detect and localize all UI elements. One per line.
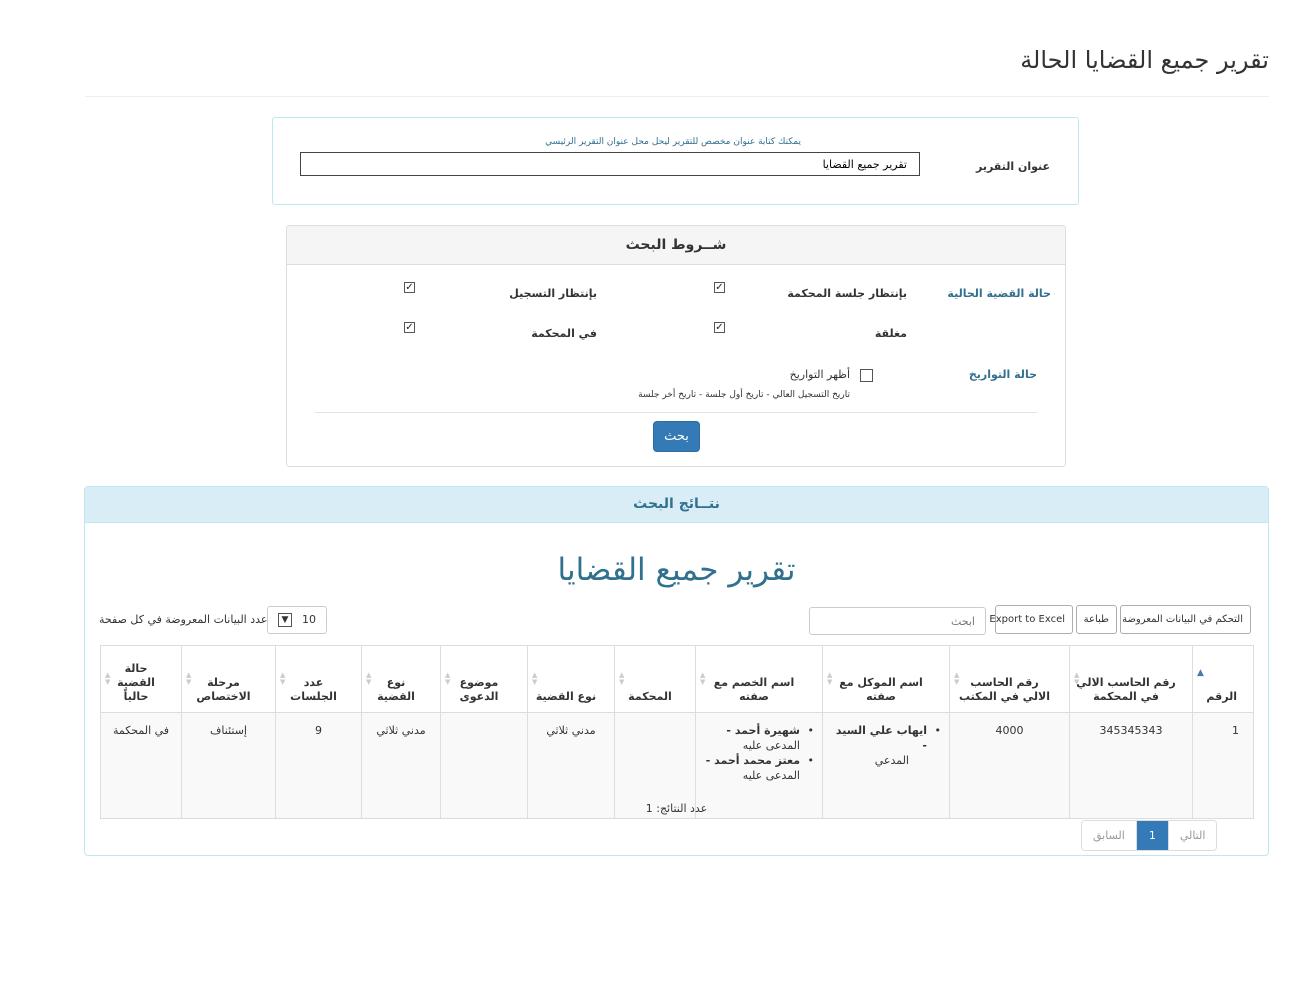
table-header-row: الرقم ▲ رقم الحاسب الالي في المحكمة ▲ ▼ رقم… xyxy=(100,645,1254,713)
option-awaiting-session-checkbox[interactable]: ✓ xyxy=(714,282,725,293)
sort-icon: ▲ ▼ xyxy=(954,671,960,686)
opponent-name: شهيرة أحمد xyxy=(734,724,800,737)
option-awaiting-registration-label: بإنتظار التسجيل xyxy=(509,287,597,300)
print-button[interactable]: طباعة xyxy=(1076,605,1117,634)
option-closed-label: مغلقة xyxy=(874,327,907,340)
page-length-value: 10 xyxy=(302,613,316,626)
results-count: عدد النتائج: 1 xyxy=(645,802,708,815)
page-length-label: عدد البيانات المعروضة في كل صفحة xyxy=(99,613,268,626)
col-header-case-type-2[interactable]: نوع القضية ▲ ▼ xyxy=(361,645,441,713)
sort-icon: ▲ ▼ xyxy=(366,671,372,686)
search-button[interactable]: بحث xyxy=(653,421,700,452)
sort-icon: ▲ ▼ xyxy=(445,671,451,686)
page-title: تقرير جميع القضايا الحالة xyxy=(1020,46,1269,74)
search-divider xyxy=(315,412,1037,413)
option-in-court-label: في المحكمة xyxy=(531,327,597,340)
search-conditions-panel: شــروط البحث حالة القضية الحالية بإنتظار… xyxy=(286,225,1066,467)
bullet-icon: • xyxy=(934,724,942,737)
report-title-panel: عنوان التقرير يمكنك كتابة عنوان مخصص للت… xyxy=(272,117,1079,205)
col-header-court[interactable]: المحكمة ▲ ▼ xyxy=(614,645,696,713)
col-header-court-computer-no[interactable]: رقم الحاسب الالي في المحكمة ▲ ▼ xyxy=(1069,645,1193,713)
sort-icon: ▲ ▼ xyxy=(186,671,192,686)
option-awaiting-session-label: بإنتظار جلسة المحكمة xyxy=(787,287,907,300)
report-title-input[interactable] xyxy=(300,152,920,176)
opponent-role: المدعى عليه xyxy=(742,769,800,782)
case-status-label: حالة القضية الحالية xyxy=(947,287,1051,300)
client-name: ايهاب علي السيد xyxy=(835,724,927,737)
sort-icon: ▲ ▼ xyxy=(700,671,706,686)
results-table: الرقم ▲ رقم الحاسب الالي في المحكمة ▲ ▼ رقم… xyxy=(100,645,1254,819)
col-header-opponent[interactable]: اسم الخصم مع صفته ▲ ▼ xyxy=(695,645,823,713)
export-excel-button[interactable]: Export to Excel xyxy=(989,605,1073,634)
search-conditions-heading: شــروط البحث xyxy=(287,226,1065,265)
col-header-sessions[interactable]: عدد الجلسات ▲ ▼ xyxy=(275,645,362,713)
opponent-item: • شهيرة أحمد - المدعى عليه xyxy=(702,723,814,753)
results-heading: نتــائج البحث xyxy=(85,487,1268,523)
option-awaiting-registration-checkbox[interactable]: ✓ xyxy=(404,282,415,293)
sort-icon: ▲ ▼ xyxy=(1074,671,1080,686)
client-role: المدعي xyxy=(874,754,909,767)
pagination-prev[interactable]: السابق xyxy=(1082,821,1137,850)
option-in-court-checkbox[interactable]: ✓ xyxy=(404,322,415,333)
report-title-hint: يمكنك كتابة عنوان مخصص للتقرير ليحل محل … xyxy=(545,137,801,147)
col-header-client[interactable]: اسم الموكل مع صفته ▲ ▼ xyxy=(822,645,950,713)
dates-hint: تاريخ التسجيل العالي - تاريخ أول جلسة - … xyxy=(638,390,850,400)
sort-icon: ▲ ▼ xyxy=(280,671,286,686)
opponent-role: المدعى عليه xyxy=(742,739,800,752)
title-divider xyxy=(85,96,1269,97)
show-dates-label: أظهر التواريخ xyxy=(789,368,850,381)
sort-icon: ▲ ▼ xyxy=(827,671,833,686)
chevron-down-icon: ▼ xyxy=(278,613,292,627)
col-header-case-type[interactable]: نوع القضية ▲ ▼ xyxy=(527,645,615,713)
column-visibility-button[interactable]: التحكم في البيانات المعروضة xyxy=(1120,605,1251,634)
opponent-item: • معتز محمد أحمد - المدعى عليه xyxy=(702,753,814,783)
dates-status-label: حالة التواريخ xyxy=(968,368,1037,381)
table-search-input[interactable] xyxy=(809,607,986,635)
page-length-select[interactable]: 10 ▼ xyxy=(267,606,327,634)
col-header-office-computer-no[interactable]: رقم الحاسب الالي في المكتب ▲ ▼ xyxy=(949,645,1070,713)
bullet-icon: • xyxy=(807,724,815,737)
show-dates-checkbox[interactable] xyxy=(860,369,873,382)
pagination-next[interactable]: التالي xyxy=(1168,821,1217,850)
option-closed-checkbox[interactable]: ✓ xyxy=(714,322,725,333)
sort-icon: ▲ ▼ xyxy=(619,671,625,686)
col-header-stage[interactable]: مرحلة الاختصاص ▲ ▼ xyxy=(181,645,276,713)
results-panel: نتــائج البحث تقرير جميع القضايا التحكم … xyxy=(84,486,1269,856)
report-heading: تقرير جميع القضايا xyxy=(557,552,796,588)
sort-icon: ▲ ▼ xyxy=(532,671,538,686)
col-header-number[interactable]: الرقم ▲ xyxy=(1192,645,1254,713)
bullet-icon: • xyxy=(807,754,815,767)
sort-asc-icon: ▲ xyxy=(1197,668,1204,678)
opponent-name: معتز محمد أحمد xyxy=(714,754,800,767)
col-header-subject[interactable]: موضوع الدعوى ▲ ▼ xyxy=(440,645,528,713)
pagination-page-1[interactable]: 1 xyxy=(1136,821,1169,850)
col-header-status[interactable]: حالة القضية حالياً ▲ ▼ xyxy=(100,645,182,713)
sort-icon: ▲ ▼ xyxy=(105,671,111,686)
report-title-label: عنوان التقرير xyxy=(975,160,1050,173)
pagination: التالي 1 السابق xyxy=(1081,820,1218,851)
client-item: • ايهاب علي السيد - المدعي xyxy=(829,723,941,768)
